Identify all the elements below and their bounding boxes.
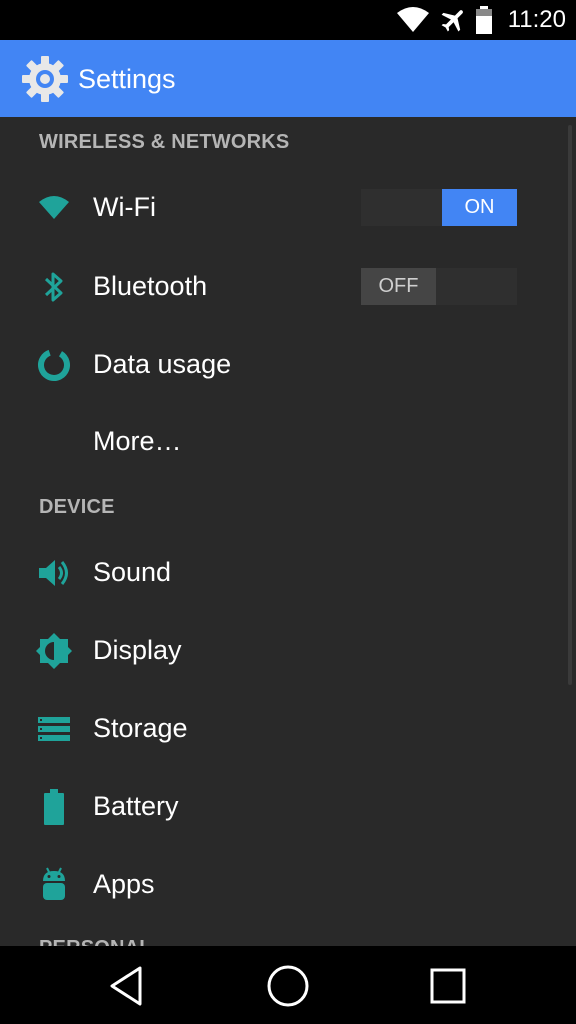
navigation-bar xyxy=(0,946,576,1024)
home-icon[interactable] xyxy=(260,958,316,1014)
settings-item-sound[interactable]: Sound xyxy=(0,533,576,611)
section-header-device: DEVICE xyxy=(39,496,115,518)
settings-item-label: Apps xyxy=(93,869,155,899)
settings-item-label: Bluetooth xyxy=(93,271,208,301)
page-title: Settings xyxy=(78,64,176,94)
settings-item-label: Sound xyxy=(93,557,172,587)
status-bar: 11:20 xyxy=(0,0,576,40)
status-time: 11:20 xyxy=(507,6,566,33)
action-bar: Settings xyxy=(0,40,576,117)
recents-icon[interactable] xyxy=(420,958,476,1014)
bluetooth-toggle[interactable]: OFF xyxy=(361,268,517,305)
toggle-state: ON xyxy=(442,189,517,226)
wifi-icon xyxy=(395,0,431,40)
android-apps-icon xyxy=(32,863,76,907)
settings-item-wifi[interactable]: Wi-Fi ON xyxy=(0,168,576,246)
display-brightness-icon xyxy=(32,629,76,673)
settings-list[interactable]: WIRELESS & NETWORKS Wi-Fi ON Bluetooth O… xyxy=(0,117,576,946)
bluetooth-icon xyxy=(32,265,76,309)
settings-item-data-usage[interactable]: Data usage xyxy=(0,325,576,403)
back-icon[interactable] xyxy=(98,958,154,1014)
settings-item-label: Battery xyxy=(93,791,179,821)
sound-icon xyxy=(32,551,76,595)
wifi-toggle[interactable]: ON xyxy=(361,189,517,226)
settings-item-label: Display xyxy=(93,635,182,665)
settings-gear-icon[interactable] xyxy=(20,54,70,104)
settings-screen: 11:20 Settings WIRELESS & NETWORKS Wi-Fi… xyxy=(0,0,576,1024)
settings-item-display[interactable]: Display xyxy=(0,611,576,689)
data-usage-icon xyxy=(32,343,76,387)
settings-item-apps[interactable]: Apps xyxy=(0,845,576,923)
settings-item-label: Data usage xyxy=(93,349,232,379)
toggle-state: OFF xyxy=(361,268,436,305)
battery-icon xyxy=(474,0,494,40)
settings-item-label: More… xyxy=(93,426,182,456)
settings-item-label: Wi-Fi xyxy=(93,192,156,222)
section-header-wireless: WIRELESS & NETWORKS xyxy=(39,131,290,153)
wifi-icon xyxy=(32,186,76,230)
settings-item-battery[interactable]: Battery xyxy=(0,767,576,845)
section-header-personal: PERSONAL xyxy=(39,937,152,946)
settings-item-storage[interactable]: Storage xyxy=(0,689,576,767)
settings-item-more[interactable]: More… xyxy=(0,402,576,480)
airplane-mode-icon xyxy=(437,0,471,40)
storage-icon xyxy=(32,707,76,751)
battery-icon xyxy=(32,785,76,829)
settings-item-label: Storage xyxy=(93,713,188,743)
settings-item-bluetooth[interactable]: Bluetooth OFF xyxy=(0,247,576,325)
